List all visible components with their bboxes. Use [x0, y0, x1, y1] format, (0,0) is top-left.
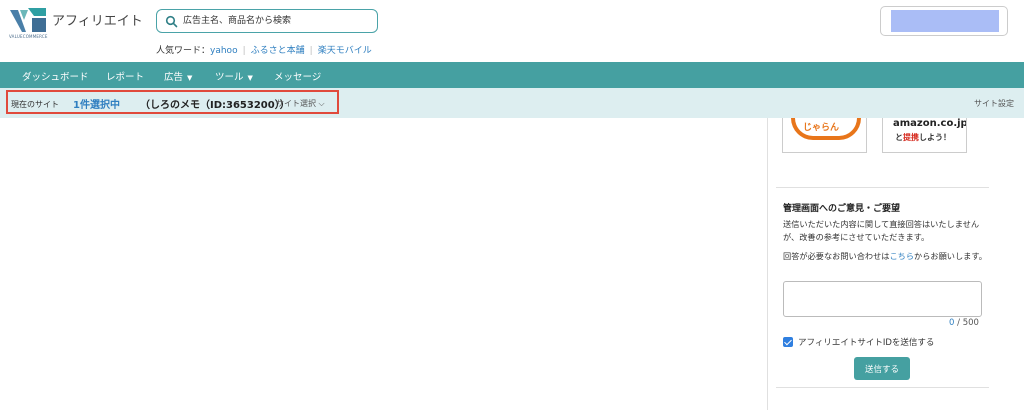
- popular-word-link[interactable]: yahoo: [210, 46, 238, 56]
- search-box[interactable]: [156, 9, 378, 33]
- popular-word-link[interactable]: 楽天モバイル: [318, 46, 372, 56]
- site-bar: 現在のサイト 1件選択中 （しろのメモ（ID:3653200）） サイト選択 ⌵…: [0, 88, 1024, 118]
- separator: |: [309, 46, 313, 56]
- valuecommerce-logo-icon[interactable]: [10, 6, 46, 36]
- feedback-description: 送信いただいた内容に関して直接回答はいたしませんが、改善の参考にさせていただきま…: [783, 219, 980, 242]
- main-nav: ダッシュボード レポート 広告 ▼ ツール ▼ メッセージ: [0, 62, 1024, 88]
- current-site-label: 現在のサイト: [11, 100, 59, 109]
- nav-item-ads[interactable]: 広告 ▼: [164, 69, 192, 83]
- feedback-title: 管理画面へのご意見・ご要望: [783, 204, 901, 214]
- checkbox-label: アフィリエイトサイトIDを送信する: [798, 338, 935, 348]
- divider: [776, 187, 989, 188]
- site-settings-link[interactable]: サイト設定: [974, 98, 1014, 109]
- amazon-banner-tagline: と提携しよう！: [895, 133, 951, 142]
- amazon-banner[interactable]: amazon.co.jp と提携しよう！: [882, 118, 967, 153]
- caret-down-icon: ▼: [247, 74, 253, 82]
- selected-site-name: （しろのメモ（ID:3653200））: [140, 100, 290, 111]
- nav-item-report[interactable]: レポート: [106, 69, 144, 83]
- brand-title[interactable]: アフィリエイト: [52, 10, 143, 29]
- site-select-dropdown[interactable]: サイト選択 ⌵: [276, 98, 325, 109]
- popular-word-link[interactable]: ふるさと本舗: [251, 46, 305, 56]
- logo-subtext: VALUECOMMERCE: [9, 34, 48, 39]
- separator: |: [242, 46, 246, 56]
- user-account-box[interactable]: [880, 6, 1008, 36]
- nav-item-tools[interactable]: ツール ▼: [215, 69, 253, 83]
- nav-item-messages[interactable]: メッセージ: [274, 69, 321, 83]
- header: VALUECOMMERCE アフィリエイト 人気ワード：yahoo | ふるさと本舗…: [0, 0, 1024, 62]
- nav-item-dashboard[interactable]: ダッシュボード: [22, 69, 89, 83]
- jalan-banner[interactable]: じゃらん: [782, 118, 867, 153]
- amazon-logo-text: amazon.co.jp: [893, 118, 967, 129]
- popular-words: 人気ワード：yahoo | ふるさと本舗 | 楽天モバイル: [156, 43, 372, 56]
- search-input[interactable]: [183, 12, 373, 30]
- selected-count: 1件選択中: [73, 100, 120, 111]
- popular-label: 人気ワード：: [156, 46, 211, 56]
- divider: [776, 387, 989, 388]
- checkbox-checked[interactable]: [783, 337, 793, 347]
- chevron-down-icon: ⌵: [318, 99, 325, 108]
- char-counter: 0 / 500: [949, 318, 979, 328]
- feedback-note: 回答が必要なお問い合わせはこちらからお願いします。: [783, 251, 987, 261]
- contact-link[interactable]: こちら: [889, 251, 914, 261]
- jalan-banner-text: じゃらん: [803, 123, 840, 133]
- search-icon: [165, 15, 178, 28]
- feedback-textarea[interactable]: [783, 281, 982, 317]
- redacted-user-name: [891, 10, 999, 32]
- sidebar-divider: [767, 118, 768, 410]
- submit-feedback-button[interactable]: 送信する: [854, 357, 910, 380]
- caret-down-icon: ▼: [187, 74, 193, 82]
